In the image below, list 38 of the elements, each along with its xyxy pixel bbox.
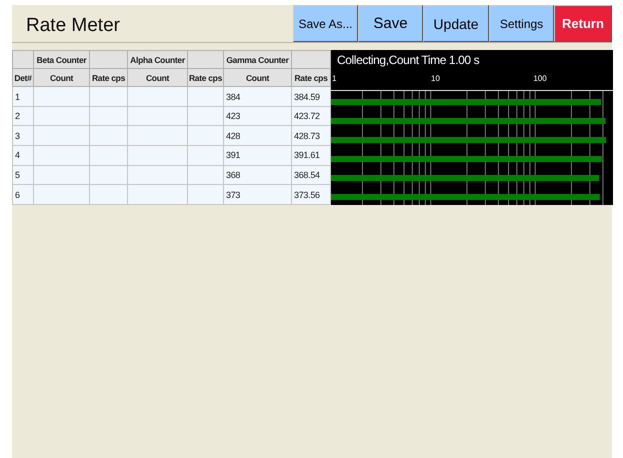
toolbar-button[interactable]: Settings: [489, 5, 554, 42]
column-header: Det#: [12, 68, 34, 87]
table-cell: 5: [12, 165, 34, 185]
toolbar-button[interactable]: Save: [358, 5, 423, 42]
column-header: Rate cps: [292, 68, 330, 87]
table-cell: 1: [12, 86, 34, 106]
group-header: Gamma Counter: [224, 50, 292, 69]
app-title: Rate Meter: [25, 14, 121, 38]
column-header: Rate cps: [90, 68, 128, 87]
meter-title: Collecting,Count Time 1.00 s: [336, 52, 480, 67]
toolbar-button[interactable]: Update: [423, 5, 489, 42]
table-cell: 373.56: [292, 184, 330, 204]
table-cell: 391.61: [292, 146, 330, 166]
scale-label: 100: [533, 74, 547, 83]
column-header: Count: [224, 68, 292, 87]
table-cell: 384: [224, 86, 292, 106]
scale-label: 1: [332, 74, 336, 83]
column-header: Count: [128, 68, 188, 87]
toolbar-button[interactable]: Save As...: [293, 5, 358, 42]
table-cell: 368.54: [292, 165, 330, 185]
return-button[interactable]: Return: [554, 5, 612, 42]
table-cell: 373: [224, 184, 292, 204]
table-cell: 428.73: [292, 126, 330, 146]
group-header: Alpha Counter: [128, 50, 188, 69]
table-cell: 6: [12, 184, 34, 204]
table-cell: 368: [224, 165, 292, 185]
table-cell: 423.72: [292, 106, 330, 126]
table-cell: 391: [224, 146, 292, 166]
column-header: Rate cps: [188, 68, 224, 87]
table-cell: 423: [224, 106, 292, 126]
column-header: Count: [34, 68, 90, 87]
table-cell: 384.59: [292, 86, 330, 106]
group-header: Beta Counter: [34, 50, 90, 69]
table-cell: 2: [12, 106, 34, 126]
table-cell: 428: [224, 126, 292, 146]
table-cell: 3: [12, 126, 34, 146]
table-cell: 4: [12, 146, 34, 166]
scale-label: 10: [431, 74, 440, 83]
